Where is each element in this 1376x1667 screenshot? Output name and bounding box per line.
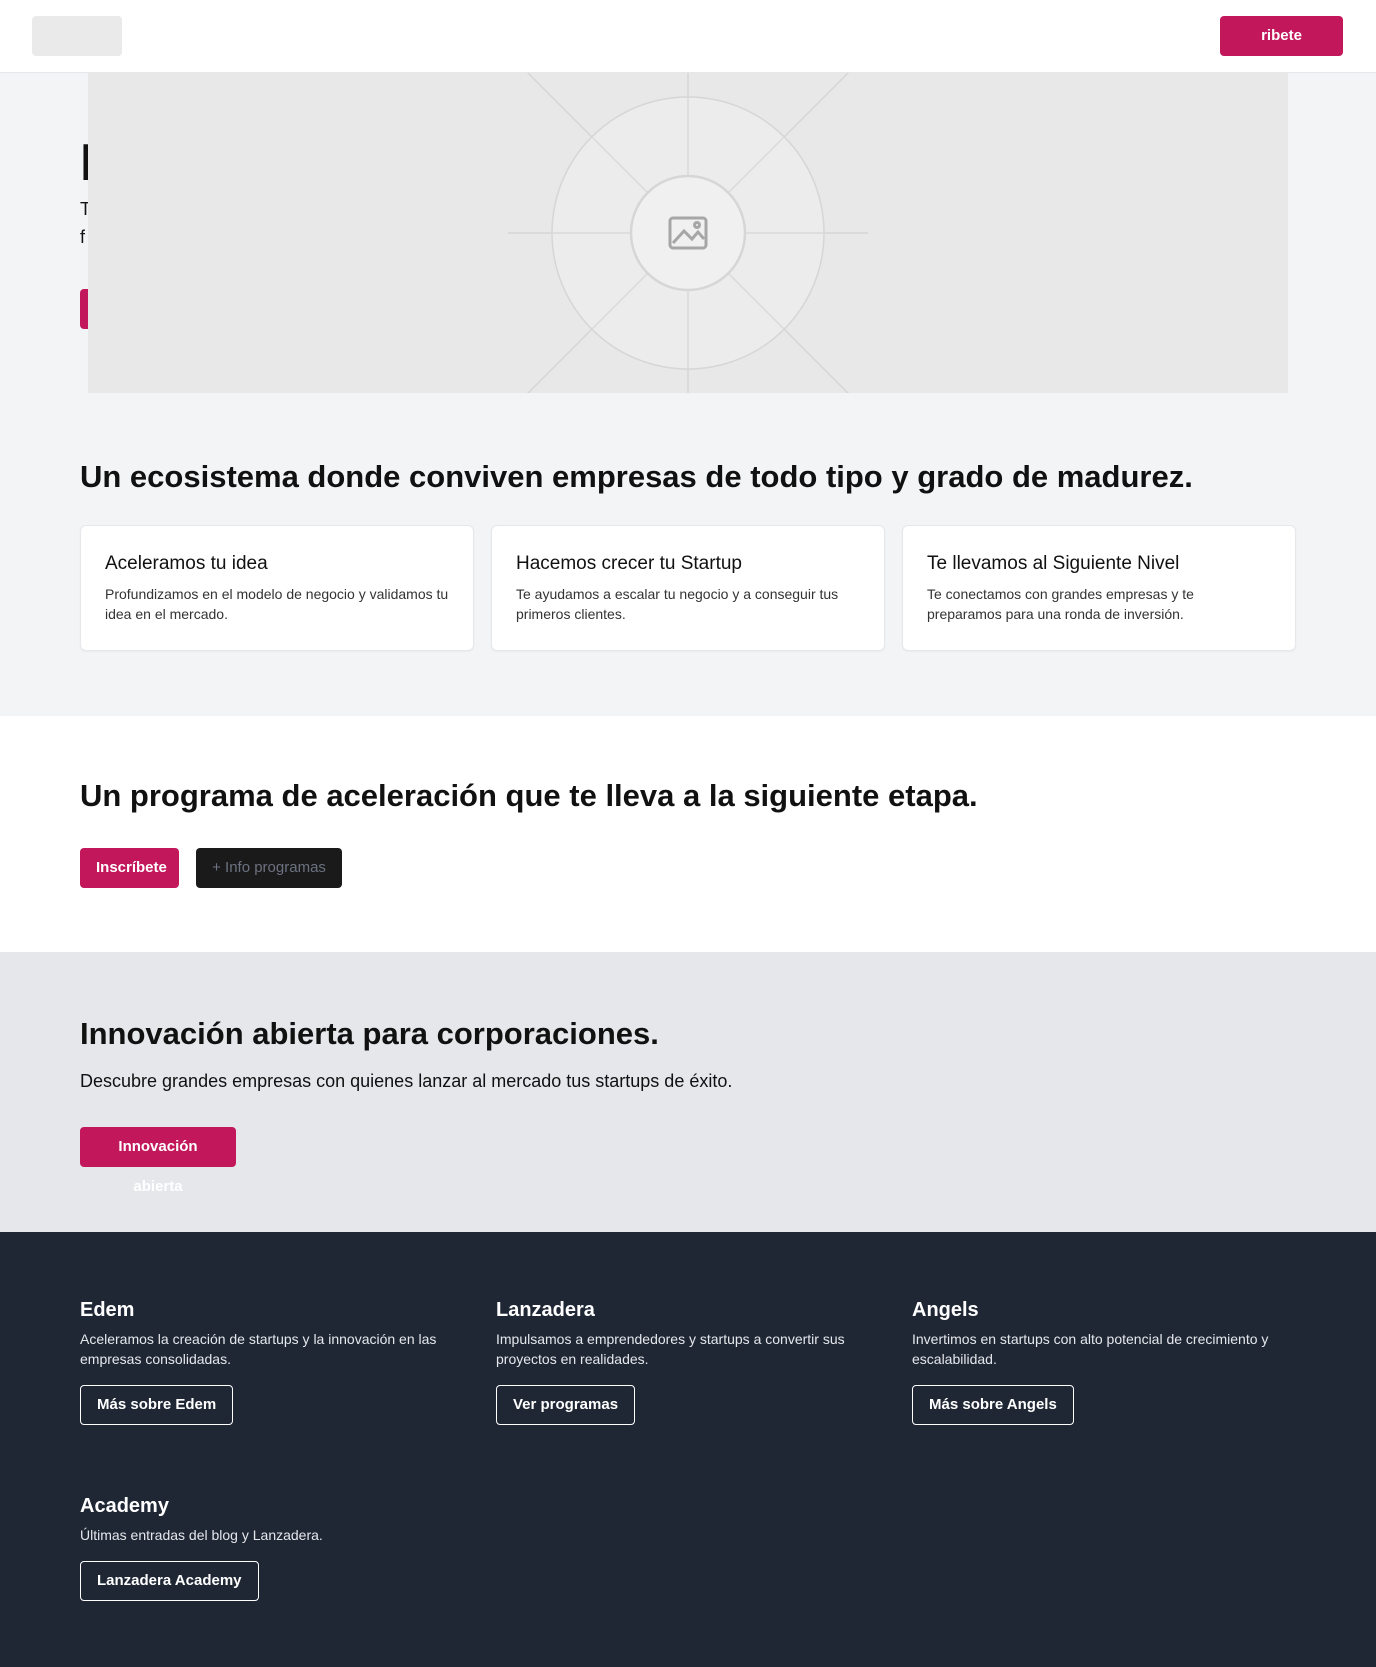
card-text: Te conectamos con grandes empresas y te … (927, 586, 1194, 622)
info-programs-button[interactable]: + Info programas (196, 848, 342, 888)
ecosystem-title: Un ecosistema donde conviven empresas de… (80, 459, 1193, 494)
footer-column-title: Edem (80, 1299, 135, 1321)
innovation-text: Descubre grandes empresas con quienes la… (80, 1071, 733, 1091)
footer-column-text: Últimas entradas del blog y Lanzadera. (80, 1527, 323, 1543)
card-title: Hacemos crecer tu Startup (516, 553, 742, 574)
ecosystem-card: Hacemos crecer tu Startup Te ayudamos a … (491, 525, 885, 651)
academy-button[interactable]: Lanzadera Academy (80, 1561, 259, 1601)
logo[interactable] (32, 16, 122, 56)
hero-image-placeholder (88, 73, 1288, 393)
footer-column-title: Lanzadera (496, 1299, 595, 1321)
ecosystem-card: Aceleramos tu idea Profundizamos en el m… (80, 525, 474, 651)
more-edem-button[interactable]: Más sobre Edem (80, 1385, 234, 1425)
footer-column-lanzadera: Lanzadera Impulsamos a emprendedores y s… (496, 1297, 886, 1425)
footer-column-text: Impulsamos a emprendedores y startups a … (496, 1331, 845, 1367)
footer-column-title: Angels (912, 1299, 979, 1321)
footer-column-text: Aceleramos la creación de startups y la … (80, 1331, 437, 1367)
site-header: ribete (0, 0, 1376, 73)
program-section: Un programa de aceleración que te lleva … (0, 716, 1376, 952)
signup-button[interactable]: Inscríbete (80, 848, 179, 888)
program-title: Un programa de aceleración que te lleva … (80, 778, 978, 813)
more-angels-button[interactable]: Más sobre Angels (912, 1385, 1074, 1425)
footer-column-academy: Academy Últimas entradas del blog y Lanz… (80, 1493, 470, 1601)
hero-section: I T f (0, 73, 1376, 716)
site-footer: Edem Aceleramos la creación de startups … (0, 1232, 1376, 1667)
card-title: Aceleramos tu idea (105, 553, 268, 574)
card-title: Te llevamos al Siguiente Nivel (927, 553, 1180, 574)
footer-column-title: Academy (80, 1495, 169, 1517)
card-text: Profundizamos en el modelo de negocio y … (105, 586, 449, 622)
view-programs-button[interactable]: Ver programas (496, 1385, 636, 1425)
ecosystem-card: Te llevamos al Siguiente Nivel Te conect… (902, 525, 1296, 651)
open-innovation-button[interactable]: Innovación abierta (80, 1127, 236, 1195)
footer-column-edem: Edem Aceleramos la creación de startups … (80, 1297, 470, 1425)
open-innovation-section: Innovación abierta para corporaciones. D… (0, 952, 1376, 1232)
header-signup-button[interactable]: ribete (1220, 16, 1343, 56)
image-placeholder-graphic (508, 73, 868, 393)
footer-column-text: Invertimos en startups con alto potencia… (912, 1331, 1269, 1367)
card-text: Te ayudamos a escalar tu negocio y a con… (516, 586, 839, 622)
footer-column-angels: Angels Invertimos en startups con alto p… (912, 1297, 1302, 1425)
innovation-title: Innovación abierta para corporaciones. (80, 1016, 659, 1051)
